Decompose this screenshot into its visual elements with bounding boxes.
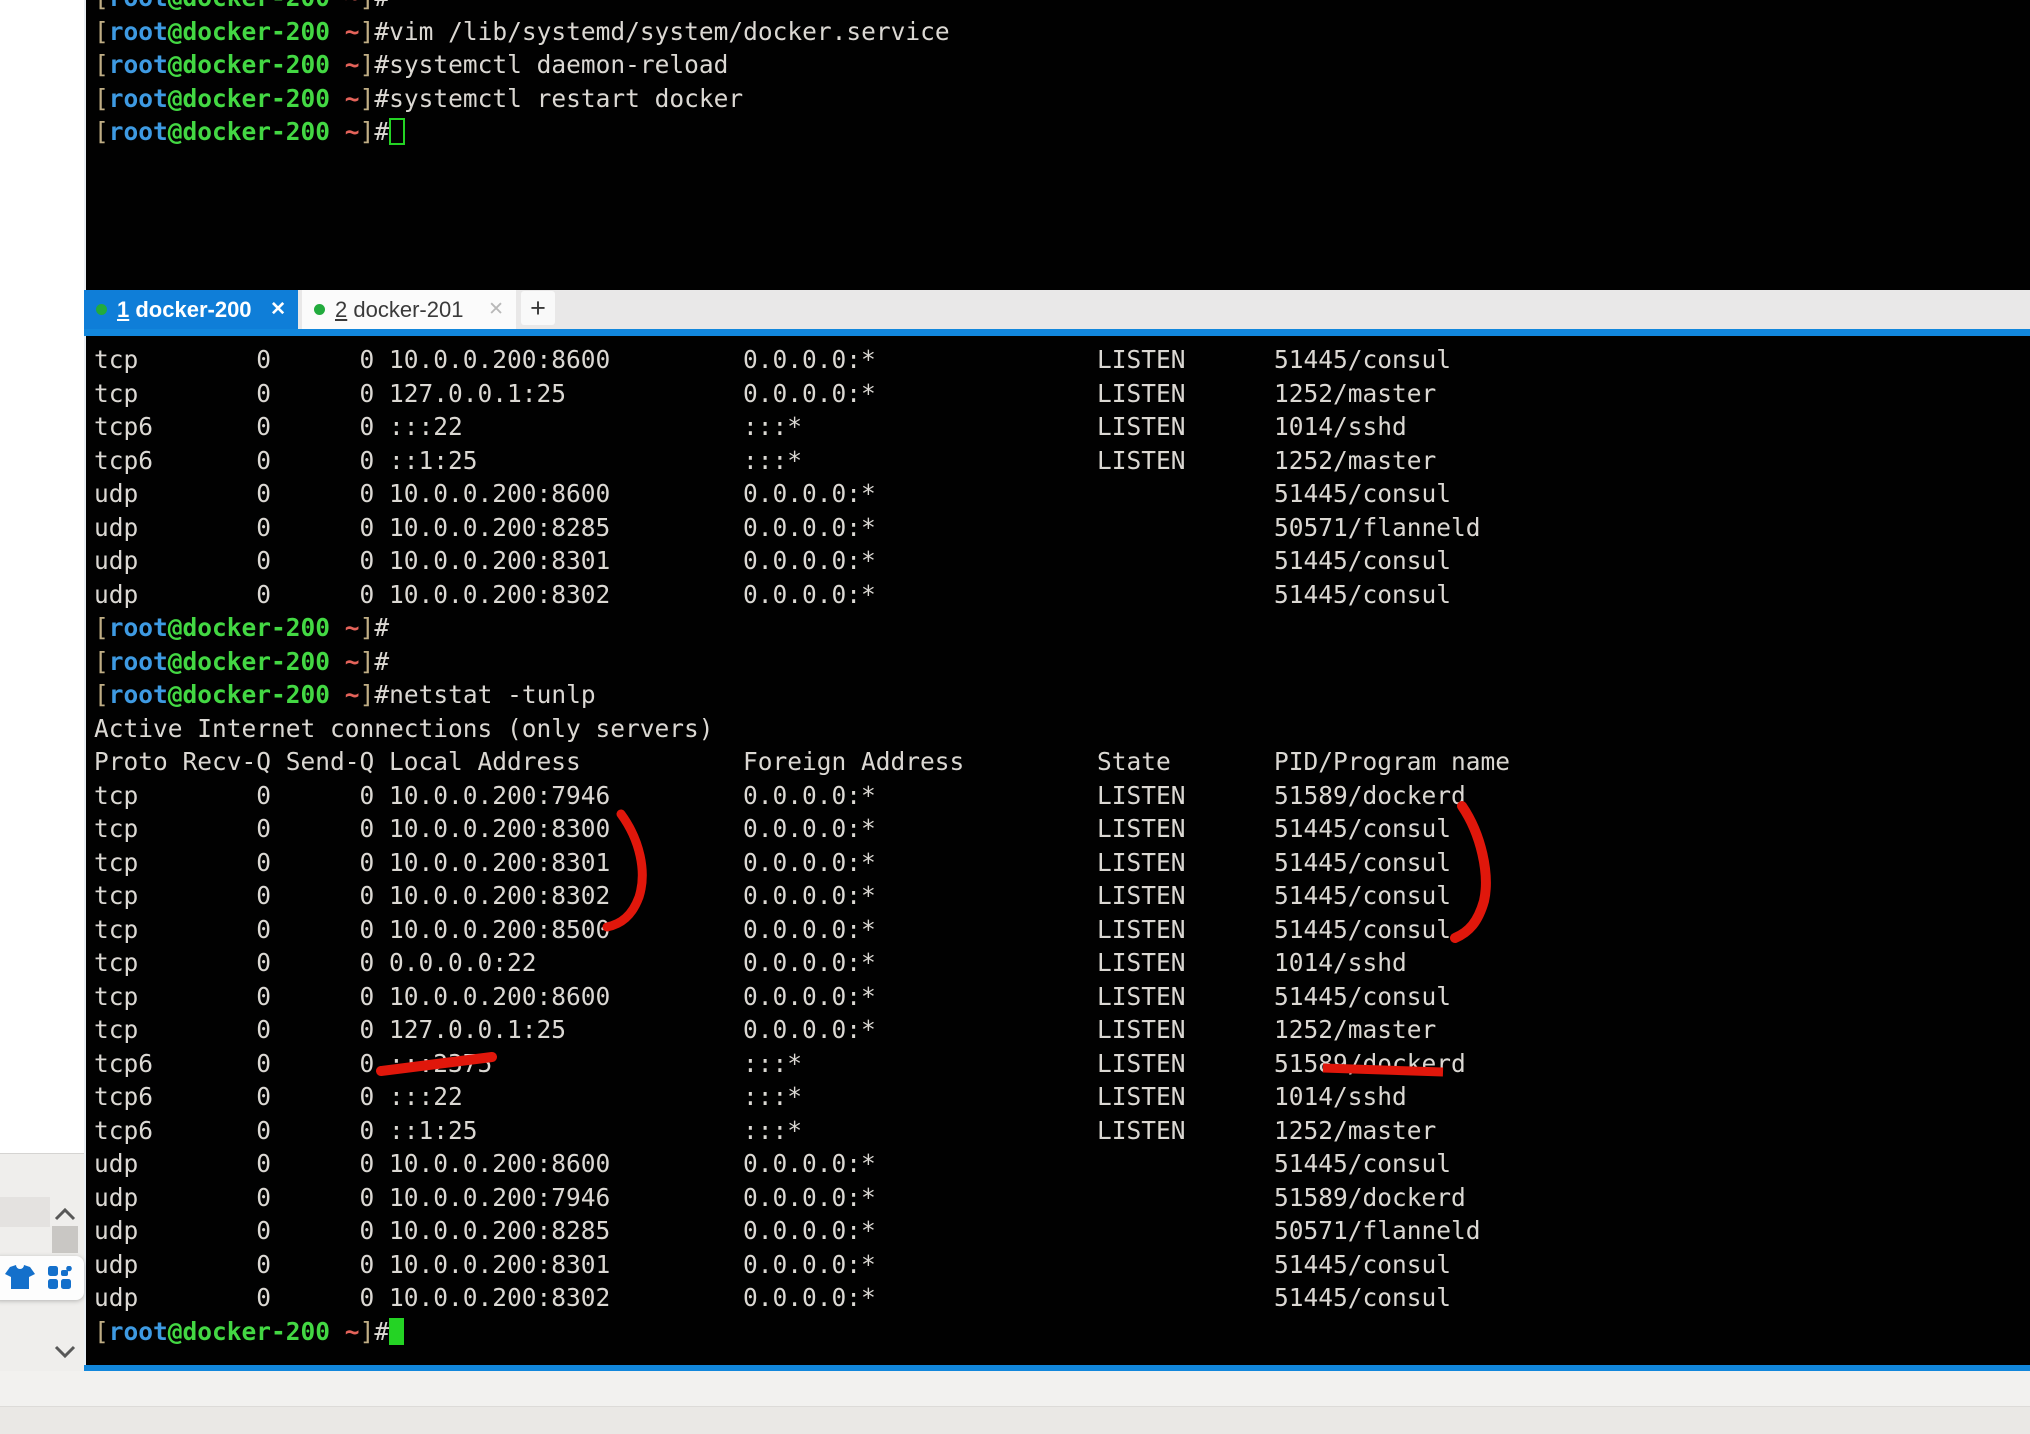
netstat-row: udp 0 0 10.0.0.200:7946 0.0.0.0:* 51589/…: [94, 1181, 2030, 1215]
connected-status-dot: [96, 304, 107, 315]
prompt-line: [root@docker-200 ~]#: [94, 645, 2030, 679]
input-method-toolbar: [0, 1256, 84, 1300]
netstat-row: tcp6 0 0 :::2375 :::* LISTEN 51589/docke…: [94, 1047, 2030, 1081]
terminal-cursor: [389, 118, 405, 145]
netstat-row: udp 0 0 10.0.0.200:8285 0.0.0.0:* 50571/…: [94, 1214, 2030, 1248]
terminal-top-content: [root@docker-200 ~]#[root@docker-200 ~]#…: [86, 0, 2030, 149]
new-tab-button[interactable]: +: [521, 291, 555, 325]
netstat-row: tcp6 0 0 :::22 :::* LISTEN 1014/sshd: [94, 410, 2030, 444]
tab-label: 1 docker-200: [117, 297, 252, 323]
scroll-down-icon[interactable]: [52, 1341, 78, 1361]
prompt-line: [root@docker-200 ~]#systemctl daemon-rel…: [94, 48, 2030, 82]
prompt-line: [root@docker-200 ~]#vim /lib/systemd/sys…: [94, 15, 2030, 49]
netstat-row: tcp 0 0 10.0.0.200:8600 0.0.0.0:* LISTEN…: [94, 980, 2030, 1014]
prompt-line: [root@docker-200 ~]#: [94, 611, 2030, 645]
netstat-row: udp 0 0 10.0.0.200:8600 0.0.0.0:* 51445/…: [94, 477, 2030, 511]
netstat-row: tcp 0 0 127.0.0.1:25 0.0.0.0:* LISTEN 12…: [94, 1013, 2030, 1047]
scrollbar-thumb[interactable]: [52, 1226, 78, 1253]
netstat-row: tcp 0 0 10.0.0.200:7946 0.0.0.0:* LISTEN…: [94, 779, 2030, 813]
close-icon[interactable]: ✕: [270, 300, 286, 319]
close-icon[interactable]: ✕: [488, 300, 504, 319]
ime-skin-tshirt-icon[interactable]: [5, 1265, 35, 1291]
netstat-row: tcp 0 0 10.0.0.200:8301 0.0.0.0:* LISTEN…: [94, 846, 2030, 880]
netstat-row: udp 0 0 10.0.0.200:8600 0.0.0.0:* 51445/…: [94, 1147, 2030, 1181]
terminal-top[interactable]: [root@docker-200 ~]#[root@docker-200 ~]#…: [84, 0, 2030, 290]
ime-menu-grid-icon[interactable]: [48, 1266, 72, 1290]
terminal-text-line: Active Internet connections (only server…: [94, 712, 2030, 746]
prompt-line: [root@docker-200 ~]#: [94, 0, 2030, 15]
netstat-row: udp 0 0 10.0.0.200:8285 0.0.0.0:* 50571/…: [94, 511, 2030, 545]
netstat-row: udp 0 0 10.0.0.200:8302 0.0.0.0:* 51445/…: [94, 578, 2030, 612]
netstat-row: tcp 0 0 10.0.0.200:8600 0.0.0.0:* LISTEN…: [94, 343, 2030, 377]
netstat-row: udp 0 0 10.0.0.200:8302 0.0.0.0:* 51445/…: [94, 1281, 2030, 1315]
terminal-cursor: [389, 1318, 404, 1345]
window-frame-line-top: [84, 329, 2030, 336]
terminal-main[interactable]: tcp 0 0 10.0.0.200:8600 0.0.0.0:* LISTEN…: [84, 336, 2030, 1365]
netstat-row: tcp6 0 0 :::22 :::* LISTEN 1014/sshd: [94, 1080, 2030, 1114]
plus-icon: +: [530, 293, 546, 324]
screen: { "prompt": { "open": "[", "user": "root…: [0, 0, 2030, 1434]
netstat-row: tcp6 0 0 ::1:25 :::* LISTEN 1252/master: [94, 1114, 2030, 1148]
background-strip: [0, 1371, 2030, 1406]
netstat-row: tcp 0 0 127.0.0.1:25 0.0.0.0:* LISTEN 12…: [94, 377, 2030, 411]
session-tab-docker-200[interactable]: 1 docker-200 ✕: [84, 290, 298, 329]
connected-status-dot: [314, 304, 325, 315]
tab-label: 2 docker-201: [335, 297, 463, 323]
netstat-row: tcp6 0 0 ::1:25 :::* LISTEN 1252/master: [94, 444, 2030, 478]
taskbar-strip: [0, 1406, 2030, 1434]
netstat-row: tcp 0 0 10.0.0.200:8300 0.0.0.0:* LISTEN…: [94, 812, 2030, 846]
prompt-line: [root@docker-200 ~]#netstat -tunlp: [94, 678, 2030, 712]
terminal-text-line: Proto Recv-Q Send-Q Local Address Foreig…: [94, 745, 2030, 779]
prompt-line: [root@docker-200 ~]#: [94, 1315, 2030, 1349]
session-tab-docker-201[interactable]: 2 docker-201 ✕: [302, 290, 516, 329]
session-tab-bar: 1 docker-200 ✕ 2 docker-201 ✕ +: [84, 290, 2030, 329]
netstat-row: tcp 0 0 10.0.0.200:8500 0.0.0.0:* LISTEN…: [94, 913, 2030, 947]
prompt-line: [root@docker-200 ~]#: [94, 115, 2030, 149]
scroll-up-icon[interactable]: [52, 1205, 78, 1225]
tabs-container: 1 docker-200 ✕ 2 docker-201 ✕: [84, 290, 516, 329]
netstat-row: tcp 0 0 0.0.0.0:22 0.0.0.0:* LISTEN 1014…: [94, 946, 2030, 980]
netstat-row: tcp 0 0 10.0.0.200:8302 0.0.0.0:* LISTEN…: [94, 879, 2030, 913]
terminal-main-content: tcp 0 0 10.0.0.200:8600 0.0.0.0:* LISTEN…: [86, 336, 2030, 1348]
prompt-line: [root@docker-200 ~]#systemctl restart do…: [94, 82, 2030, 116]
netstat-row: udp 0 0 10.0.0.200:8301 0.0.0.0:* 51445/…: [94, 544, 2030, 578]
netstat-row: udp 0 0 10.0.0.200:8301 0.0.0.0:* 51445/…: [94, 1248, 2030, 1282]
background-panel-block: [0, 1197, 50, 1227]
